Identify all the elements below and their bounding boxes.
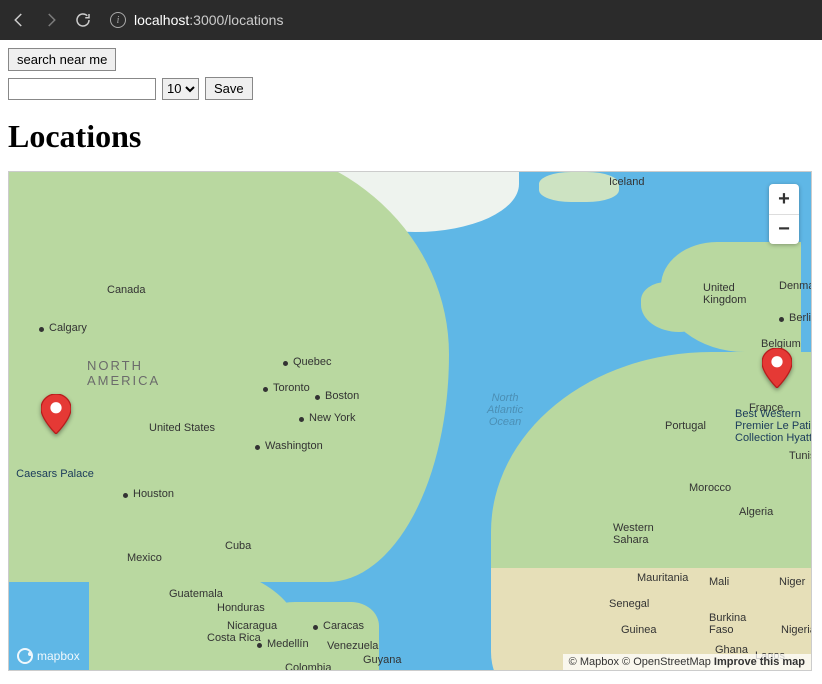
map-label: Portugal	[665, 420, 706, 432]
map-label: Honduras	[217, 602, 265, 614]
city-dot	[779, 317, 784, 322]
map-label: Guyana	[363, 654, 402, 666]
map-label: Guatemala	[169, 588, 223, 600]
map-label: United States	[149, 422, 215, 434]
attribution-mapbox[interactable]: © Mapbox	[569, 656, 619, 668]
city-dot	[283, 361, 288, 366]
map-label: Quebec	[293, 356, 332, 368]
city-dot	[299, 417, 304, 422]
page-title: Locations	[8, 118, 814, 155]
search-near-me-button[interactable]: search near me	[8, 48, 116, 71]
forward-icon[interactable]	[42, 11, 60, 29]
map-label: Caracas	[323, 620, 364, 632]
zoom-control: + −	[769, 184, 799, 244]
map-label: Washington	[265, 440, 323, 452]
zoom-in-button[interactable]: +	[769, 184, 799, 214]
map-label: BurkinaFaso	[709, 612, 746, 636]
city-dot	[315, 395, 320, 400]
map-pin-stack-label: Best Western	[735, 408, 801, 420]
map-label: Berlin	[789, 312, 812, 324]
map-label: NORTHAMERICA	[87, 358, 160, 388]
attribution-osm[interactable]: © OpenStreetMap	[622, 656, 711, 668]
city-dot	[255, 445, 260, 450]
search-input[interactable]	[8, 78, 156, 100]
zoom-out-button[interactable]: −	[769, 214, 799, 244]
map-label: WesternSahara	[613, 522, 654, 546]
map-label: Iceland	[609, 176, 644, 188]
map-label: Nigeria	[781, 624, 812, 636]
url-path: :3000/locations	[189, 12, 283, 28]
map-label: Cuba	[225, 540, 251, 552]
map-label: Algeria	[739, 506, 773, 518]
city-dot	[123, 493, 128, 498]
map-attribution: © Mapbox © OpenStreetMap Improve this ma…	[563, 654, 811, 670]
map-label: Toronto	[273, 382, 310, 394]
map-label: Niger	[779, 576, 805, 588]
map-label: Denmark	[779, 280, 812, 292]
city-dot	[39, 327, 44, 332]
map-label: Houston	[133, 488, 174, 500]
reload-icon[interactable]	[74, 11, 92, 29]
map-label: Medellín	[267, 638, 309, 650]
map-label: Guinea	[621, 624, 656, 636]
map-label: Costa Rica	[207, 632, 261, 644]
site-info-icon[interactable]: i	[110, 12, 126, 28]
city-dot	[313, 625, 318, 630]
map-label: Canada	[107, 284, 146, 296]
back-icon[interactable]	[10, 11, 28, 29]
map-label: Mexico	[127, 552, 162, 564]
city-dot	[263, 387, 268, 392]
url-host: localhost	[134, 12, 189, 28]
map-label: Morocco	[689, 482, 731, 494]
map-label: Venezuela	[327, 640, 378, 652]
map-pin-caesars[interactable]	[41, 394, 71, 434]
map-label: New York	[309, 412, 355, 424]
map-label: UnitedKingdom	[703, 282, 746, 306]
map-pin-stack-label: Collection Hyatt	[735, 432, 812, 444]
attribution-improve[interactable]: Improve this map	[714, 656, 805, 668]
city-dot	[257, 643, 262, 648]
map-label: Mauritania	[637, 572, 688, 584]
map-pin-paris[interactable]	[762, 348, 792, 388]
map-label: Calgary	[49, 322, 87, 334]
radius-select[interactable]: 10	[162, 78, 199, 100]
map-pin-label: Caesars Palace	[16, 468, 94, 480]
map-label: Mali	[709, 576, 729, 588]
map-label: Nicaragua	[227, 620, 277, 632]
map-label: Tunisia	[789, 450, 812, 462]
map-label: Boston	[325, 390, 359, 402]
map[interactable]: Canada United States Mexico Guatemala Hondur…	[8, 171, 812, 671]
address-bar[interactable]: i localhost:3000/locations	[106, 12, 812, 28]
map-label: NorthAtlanticOcean	[487, 392, 523, 428]
mapbox-logo: mapbox	[17, 648, 80, 664]
map-label: Senegal	[609, 598, 649, 610]
map-pin-stack-label: Premier Le Patio	[735, 420, 812, 432]
map-label: Colombia	[285, 662, 331, 671]
save-button[interactable]: Save	[205, 77, 253, 100]
